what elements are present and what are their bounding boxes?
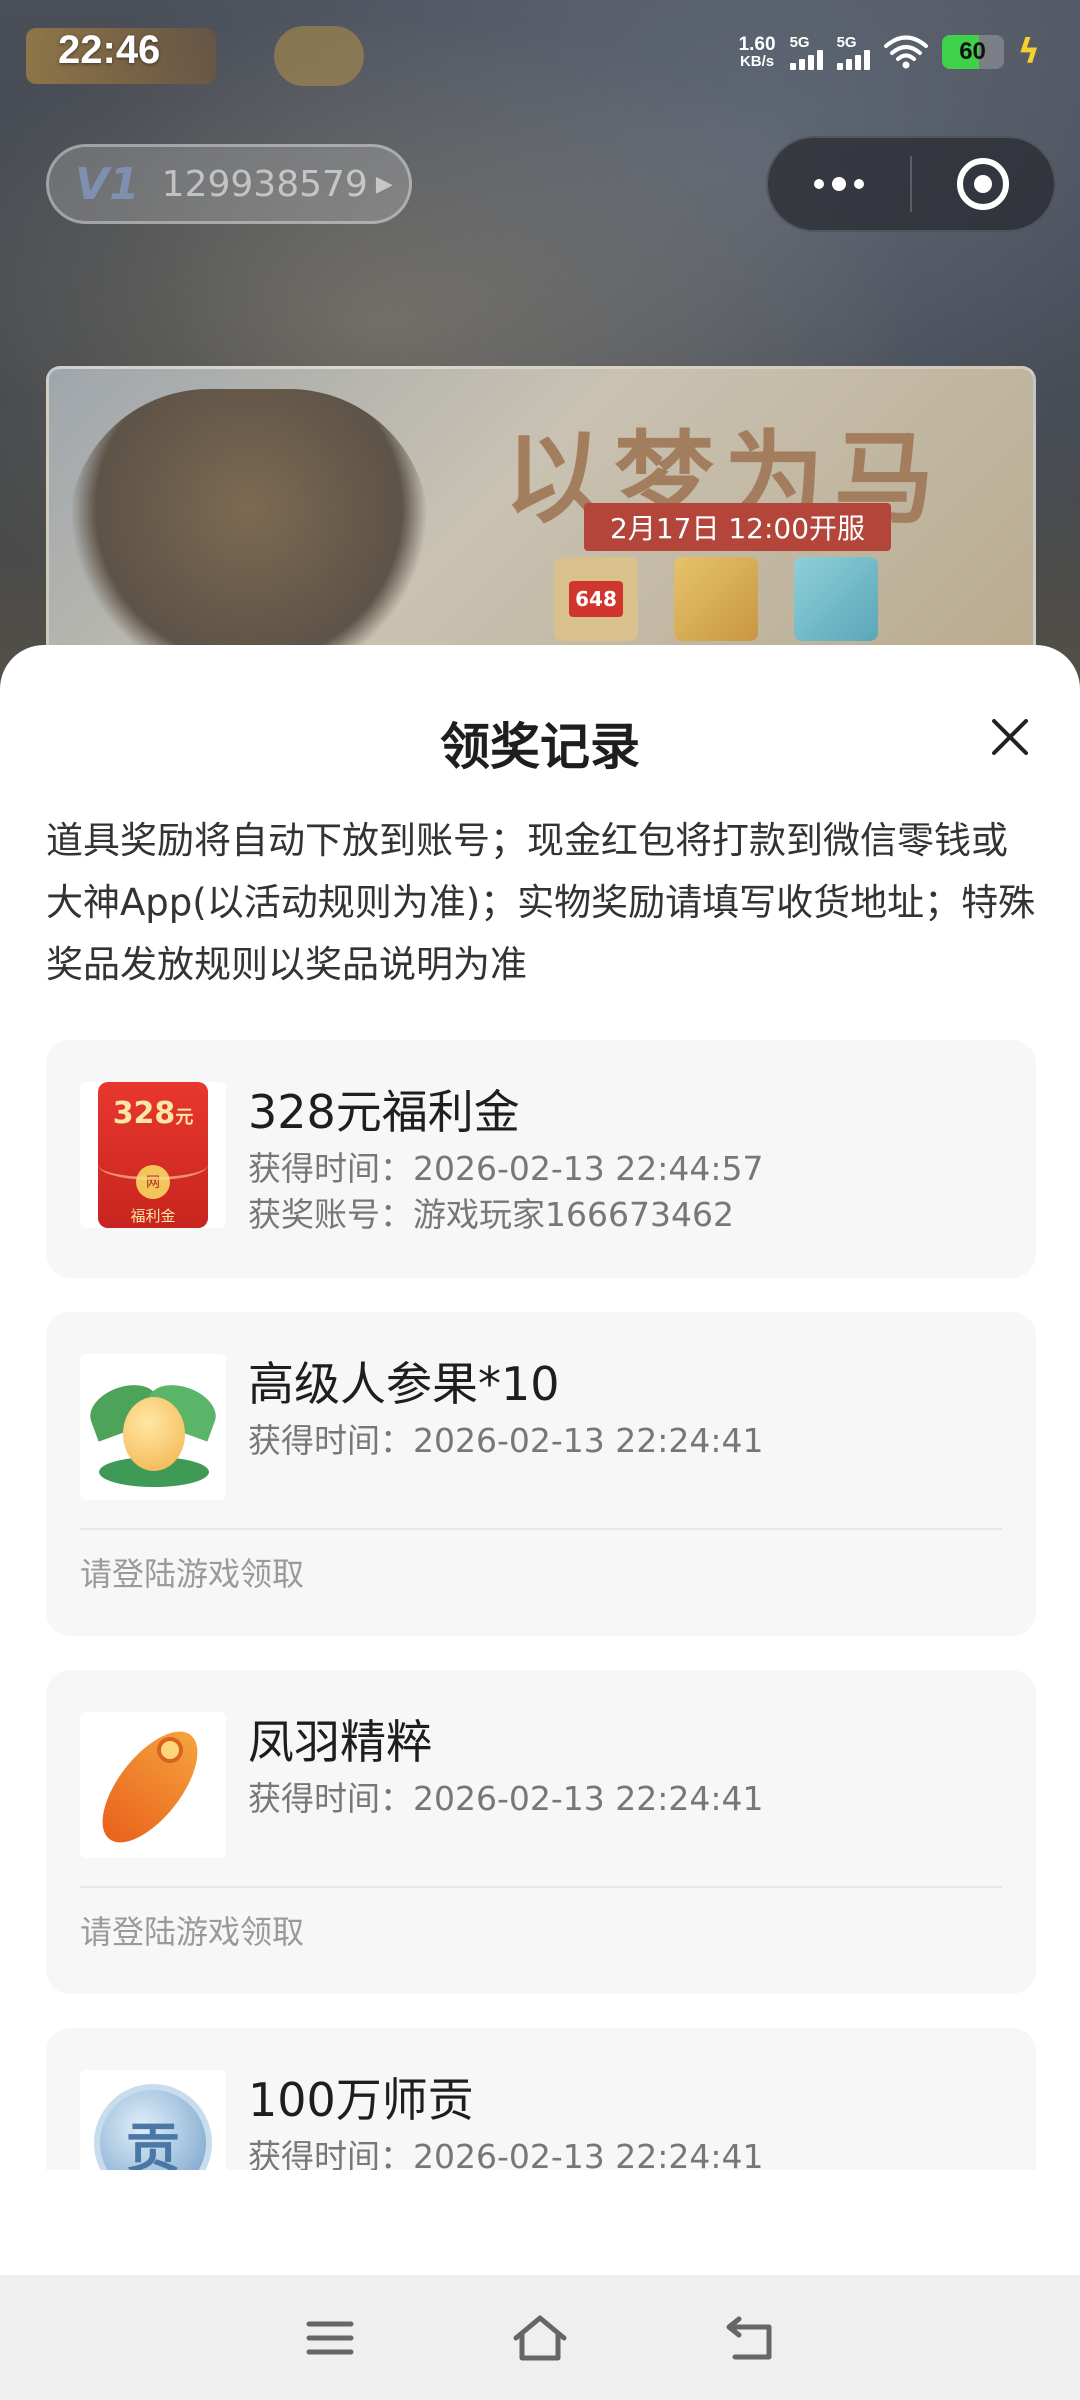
event-banner[interactable]: 以梦为马 2月17日 12:00开服 648: [46, 366, 1036, 666]
reward-record-card[interactable]: 贡 100万师贡 获得时间：2026-02-13 22:24:41: [46, 2028, 1036, 2170]
ginseng-fruit-icon: [80, 1354, 226, 1500]
banner-gift-amount: 648: [569, 581, 623, 617]
network-speed-value: 1.60: [738, 34, 776, 55]
banner-gift-scroll: [674, 557, 758, 641]
card-divider: [80, 1528, 1002, 1530]
more-options-button[interactable]: [768, 177, 910, 191]
reward-time: 获得时间：2026-02-13 22:24:41: [248, 2137, 764, 2170]
phoenix-feather-icon: [80, 1712, 226, 1858]
bolt-icon: ϟ: [1017, 32, 1040, 72]
signal-1-label: 5G: [789, 33, 810, 51]
wifi-icon: [883, 35, 928, 69]
reward-time: 获得时间：2026-02-13 22:24:41: [248, 1779, 764, 1818]
signal-1-icon: 5G: [789, 33, 823, 70]
banner-gift-item: [794, 557, 878, 641]
claim-hint: 请登陆游戏领取: [80, 1913, 305, 1951]
status-time: 22:46: [58, 28, 161, 72]
close-button[interactable]: [980, 707, 1040, 767]
reward-record-list[interactable]: 328元 网 福利金 328元福利金 获得时间：2026-02-13 22:44…: [46, 1040, 1036, 2170]
chevron-right-icon: ▶: [375, 171, 393, 197]
thumb-unit: 元: [175, 1107, 194, 1128]
battery-level: 60: [959, 38, 986, 65]
card-divider: [80, 1886, 1002, 1888]
navigation-bar: [0, 2275, 1080, 2400]
home-button[interactable]: [510, 2308, 570, 2368]
claim-hint: 请登陆游戏领取: [80, 1555, 305, 1593]
target-circle-icon: [956, 158, 1009, 210]
reward-record-card[interactable]: 凤羽精粹 获得时间：2026-02-13 22:24:41 请登陆游戏领取: [46, 1670, 1036, 1994]
reward-name: 高级人参果*10: [248, 1357, 560, 1411]
reward-record-sheet: 领奖记录 道具奖励将自动下放到账号；现金红包将打款到微信零钱或大神App(以活动…: [0, 645, 1080, 2275]
back-button[interactable]: [720, 2308, 780, 2368]
network-speed-unit: KB/s: [739, 53, 775, 70]
tribute-coin-icon: 贡: [80, 2070, 226, 2170]
reward-name: 328元福利金: [248, 1085, 520, 1139]
tribute-coin-char: 贡: [94, 2084, 212, 2170]
game-logo-emblem: [274, 26, 364, 86]
more-dot-icon: [832, 177, 846, 191]
battery-icon: 60: [941, 35, 1004, 69]
banner-date: 2月17日 12:00开服: [584, 503, 892, 551]
back-icon: [726, 2316, 772, 2359]
more-dot-icon: [814, 179, 824, 189]
reward-notice: 道具奖励将自动下放到账号；现金红包将打款到微信零钱或大神App(以活动规则为准)…: [46, 819, 1036, 986]
signal-2-icon: 5G: [836, 33, 870, 70]
status-bar: 22:46 1.60 KB/s 5G 5G 60 ϟ: [0, 0, 1080, 120]
thumb-caption: 福利金: [130, 1207, 176, 1225]
reward-account: 获奖账号：游戏玩家166673462: [248, 1195, 734, 1234]
reward-time: 获得时间：2026-02-13 22:44:57: [248, 1149, 764, 1188]
more-dot-icon: [854, 179, 864, 189]
system-icons: 1.60 KB/s 5G 5G 60 ϟ: [739, 32, 1040, 72]
close-icon: [992, 719, 1028, 755]
network-speed: 1.60 KB/s: [739, 35, 776, 69]
menu-button[interactable]: [300, 2308, 360, 2368]
close-mini-program-button[interactable]: [912, 158, 1054, 210]
reward-record-card[interactable]: 328元 网 福利金 328元福利金 获得时间：2026-02-13 22:44…: [46, 1040, 1036, 1278]
reward-record-card[interactable]: 高级人参果*10 获得时间：2026-02-13 22:24:41 请登陆游戏领…: [46, 1312, 1036, 1636]
vip-badge: V1: [75, 158, 140, 210]
reward-name: 凤羽精粹: [248, 1715, 432, 1769]
menu-icon: [306, 2321, 354, 2354]
reward-name: 100万师贡: [248, 2073, 474, 2127]
reward-time: 获得时间：2026-02-13 22:24:41: [248, 1421, 764, 1460]
banner-gift-redpack: 648: [554, 557, 638, 641]
signal-2-label: 5G: [836, 33, 857, 51]
home-icon: [513, 2315, 567, 2360]
mini-program-capsule: [766, 136, 1056, 232]
user-id: 129938579: [161, 163, 368, 205]
user-id-pill[interactable]: V1 129938579 ▶: [46, 144, 412, 224]
red-envelope-icon: 328元 网 福利金: [80, 1082, 226, 1228]
sheet-title: 领奖记录: [440, 718, 640, 776]
thumb-amount: 328: [112, 1096, 176, 1131]
banner-hero-art: [69, 389, 429, 663]
